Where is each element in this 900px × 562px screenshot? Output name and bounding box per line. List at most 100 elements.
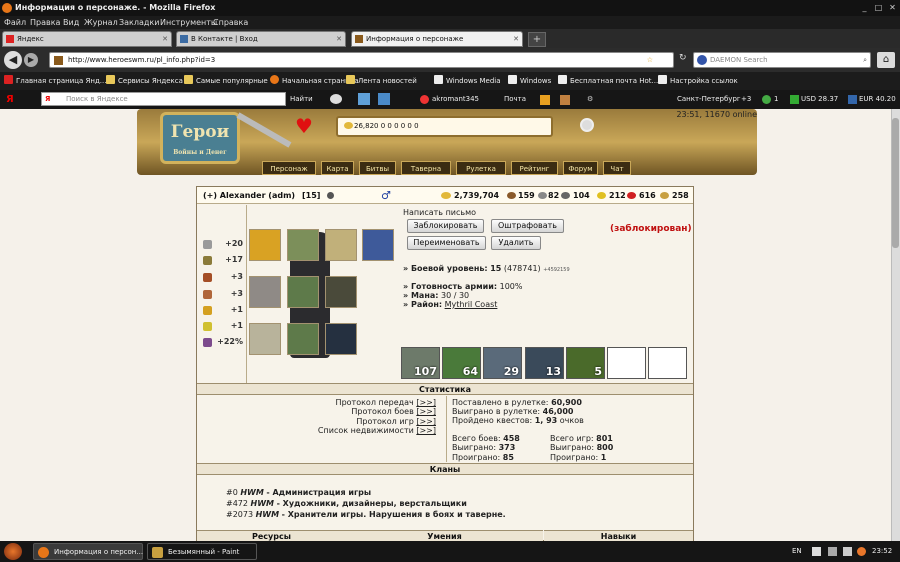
army-slot[interactable]: 29	[483, 347, 522, 379]
address-bar[interactable]: http://www.heroeswm.ru/pl_info.php?id=3 …	[49, 52, 674, 68]
slot-medal[interactable]	[325, 229, 357, 261]
menu-bookmarks[interactable]: Закладки	[119, 16, 159, 29]
nav-rating[interactable]: Рейтинг	[511, 161, 558, 175]
yandex-logo-icon[interactable]: Я	[6, 90, 14, 109]
delete-button[interactable]: Удалить	[491, 236, 541, 250]
nav-battles[interactable]: Битвы	[359, 161, 396, 175]
menu-edit[interactable]: Правка	[30, 16, 60, 29]
army-slot[interactable]: 64	[442, 347, 481, 379]
money-icon[interactable]	[540, 95, 550, 105]
bookmark-news[interactable]: Лента новостей	[346, 72, 417, 90]
clock[interactable]: 23:52	[872, 541, 892, 562]
slot-ring[interactable]	[249, 276, 281, 308]
rename-button[interactable]: Переименовать	[407, 236, 486, 250]
home-button[interactable]: ⌂	[877, 52, 895, 68]
menu-view[interactable]: Вид	[63, 16, 79, 29]
slot-armor[interactable]	[287, 276, 319, 308]
bar-icon[interactable]	[378, 93, 390, 105]
scrollbar-thumb[interactable]	[892, 118, 899, 248]
slot-shield[interactable]	[325, 323, 357, 355]
army-slot[interactable]: 5	[566, 347, 605, 379]
slot-head[interactable]	[287, 229, 319, 261]
search-icon[interactable]: ⌕	[863, 53, 867, 67]
menu-tools[interactable]: Инструменты	[160, 16, 217, 29]
nav-tavern[interactable]: Таверна	[401, 161, 451, 175]
battle-log[interactable]: Протокол боев [>>]	[351, 407, 436, 417]
property-list[interactable]: Список недвижимости [>>]	[318, 426, 436, 436]
menu-help[interactable]: Справка	[213, 16, 248, 29]
slot-boots[interactable]	[287, 323, 319, 355]
write-letter-link[interactable]: Написать письмо	[403, 208, 476, 217]
block-button[interactable]: Заблокировать	[407, 219, 484, 233]
search-engine-icon[interactable]	[697, 55, 707, 65]
resource-values: 26,820 0 0 0 0 0 0	[354, 122, 419, 130]
nav-chat[interactable]: Чат	[603, 161, 631, 175]
mercury-amount: 104	[573, 191, 590, 200]
army-slot-empty[interactable]	[648, 347, 687, 379]
game-logo[interactable]: Герои Войны и Денег	[160, 112, 240, 164]
slot-amulet[interactable]	[249, 229, 281, 261]
new-tab-button[interactable]: +	[528, 32, 546, 47]
page-icon	[658, 75, 667, 84]
yandex-search-input[interactable]: Я Поиск в Яндексе	[41, 92, 286, 106]
city[interactable]: Санкт-Петербург	[677, 90, 741, 109]
heart-icon[interactable]: ♥	[295, 116, 315, 136]
tray-icon[interactable]	[857, 547, 866, 556]
back-button[interactable]: ◀	[4, 51, 22, 69]
army-slot[interactable]: 13	[525, 347, 564, 379]
tab-yandex[interactable]: Яндекс ✕	[2, 31, 172, 47]
slot-book[interactable]	[362, 229, 394, 261]
maximize-button[interactable]: □	[872, 2, 885, 14]
taskbar-firefox[interactable]: Информация о персон...	[33, 543, 143, 560]
district-link[interactable]: Mythril Coast	[445, 300, 498, 309]
player-name[interactable]: (+) Alexander (adm)	[203, 187, 295, 204]
nav-map[interactable]: Карта	[321, 161, 354, 175]
slot-weapon[interactable]	[249, 323, 281, 355]
bookmark-popular[interactable]: Самые популярные	[184, 72, 268, 90]
bookmark-customize-links[interactable]: Настройка ссылок	[658, 72, 738, 90]
bookmark-windows-media[interactable]: Windows Media	[434, 72, 501, 90]
close-icon[interactable]: ✕	[336, 32, 342, 46]
clan-item[interactable]: #0 HWM - Администрация игры	[226, 488, 371, 498]
tools-icon[interactable]	[560, 95, 570, 105]
tab-vkontakte[interactable]: В Контакте | Вход ✕	[176, 31, 346, 47]
clan-item[interactable]: #472 HWM - Художники, дизайнеры, верстал…	[226, 499, 467, 509]
network-icon[interactable]	[828, 547, 837, 556]
help-icon[interactable]	[812, 547, 821, 556]
start-button[interactable]	[4, 543, 22, 560]
clan-item[interactable]: #2073 HWM - Хранители игры. Нарушения в …	[226, 510, 506, 520]
mail-icon[interactable]	[762, 95, 771, 104]
menu-file[interactable]: Файл	[4, 16, 26, 29]
bookmark-windows[interactable]: Windows	[508, 72, 551, 90]
gender-icon: ♂	[381, 189, 391, 202]
close-icon[interactable]: ✕	[513, 32, 519, 46]
nav-character[interactable]: Персонаж	[262, 161, 316, 175]
gear-icon[interactable]: ⚙	[587, 90, 593, 109]
search-input[interactable]: DAEMON Search ⌕	[693, 52, 871, 68]
yandex-find-button[interactable]: Найти	[290, 90, 313, 109]
army-slot-empty[interactable]	[607, 347, 646, 379]
volume-icon[interactable]	[843, 547, 852, 556]
nav-roulette[interactable]: Рулетка	[456, 161, 506, 175]
nav-forum[interactable]: Форум	[563, 161, 598, 175]
bookmark-yandex-home[interactable]: Главная страница Янд...	[4, 72, 106, 90]
forward-button[interactable]: ▶	[24, 53, 38, 67]
star-icon[interactable]: ☆	[647, 53, 653, 67]
yandex-mail[interactable]: Почта	[504, 90, 526, 109]
reload-icon[interactable]: ↻	[679, 53, 689, 65]
slot-cloak[interactable]	[325, 276, 357, 308]
minimize-button[interactable]: _	[858, 2, 871, 14]
yandex-user[interactable]: akromant345	[432, 90, 479, 109]
chat-icon[interactable]	[330, 94, 342, 104]
language-indicator[interactable]: EN	[792, 541, 802, 562]
fine-button[interactable]: Оштрафовать	[491, 219, 564, 233]
close-button[interactable]: ✕	[886, 2, 899, 14]
close-icon[interactable]: ✕	[162, 32, 168, 46]
taskbar-paint[interactable]: Безымянный - Paint	[147, 543, 257, 560]
bookmark-hotmail[interactable]: Бесплатная почта Hot...	[558, 72, 658, 90]
checkmark-icon[interactable]	[358, 93, 370, 105]
army-slot[interactable]: 107	[401, 347, 440, 379]
tab-character-info[interactable]: Информация о персонаже ✕	[351, 31, 523, 47]
bookmark-yandex-services[interactable]: Сервисы Яндекса	[106, 72, 183, 90]
menu-history[interactable]: Журнал	[84, 16, 118, 29]
